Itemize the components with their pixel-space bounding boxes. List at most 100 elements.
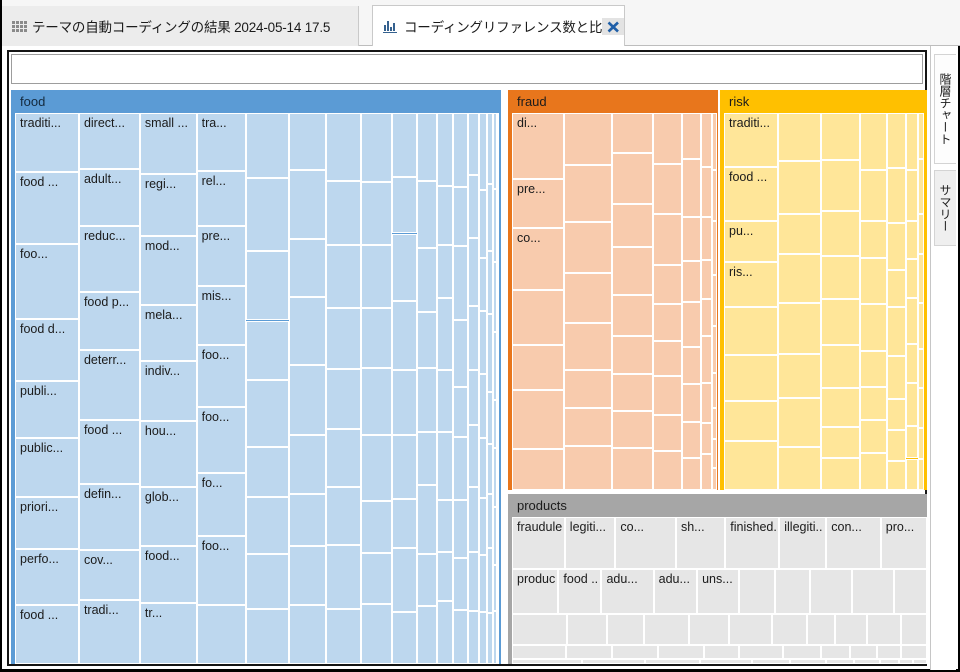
treemap-cell[interactable]: pre...: [196, 226, 246, 287]
treemap-cell[interactable]: [478, 373, 487, 438]
treemap-cell[interactable]: [821, 298, 860, 345]
treemap-cell[interactable]: [700, 422, 712, 454]
treemap-cell[interactable]: [772, 614, 808, 645]
treemap-cell[interactable]: [826, 659, 855, 664]
treemap-cell[interactable]: ris...: [724, 262, 778, 308]
treemap-cell[interactable]: [361, 367, 393, 436]
treemap-cell[interactable]: [711, 220, 717, 275]
treemap-cell[interactable]: [917, 158, 925, 215]
treemap-cell[interactable]: [611, 113, 654, 154]
treemap-cell[interactable]: [467, 487, 479, 553]
treemap-cell[interactable]: [453, 387, 468, 437]
treemap-cell[interactable]: [289, 494, 326, 547]
treemap-cell[interactable]: food d...: [15, 318, 79, 382]
treemap-cell[interactable]: [453, 609, 468, 664]
treemap-cell[interactable]: [711, 169, 717, 221]
treemap-cell[interactable]: [453, 557, 468, 610]
treemap-cell[interactable]: [289, 239, 326, 297]
treemap-cell[interactable]: [859, 113, 888, 170]
treemap-cell[interactable]: [512, 448, 565, 490]
treemap-cell[interactable]: pro...: [880, 517, 927, 570]
treemap-cell[interactable]: [724, 440, 778, 490]
treemap-cell[interactable]: [392, 113, 418, 177]
treemap-cell[interactable]: [821, 458, 860, 490]
treemap-cell[interactable]: [417, 606, 437, 664]
treemap-cell[interactable]: [512, 614, 568, 645]
treemap-cell[interactable]: [289, 604, 326, 664]
treemap-cell[interactable]: [611, 410, 654, 448]
treemap-cell[interactable]: [711, 467, 717, 490]
treemap-cell[interactable]: [478, 311, 487, 374]
treemap-cell[interactable]: [905, 298, 918, 345]
treemap-cell[interactable]: [564, 113, 612, 165]
treemap-cell[interactable]: [245, 379, 290, 447]
treemap-cell[interactable]: [682, 302, 701, 348]
treemap-cell[interactable]: foo...: [15, 244, 79, 319]
treemap-cell[interactable]: rel...: [196, 170, 246, 227]
treemap-cell[interactable]: [854, 659, 881, 664]
treemap-cell[interactable]: [497, 195, 500, 259]
treemap-cell[interactable]: [245, 496, 290, 555]
treemap-cell[interactable]: [436, 298, 454, 370]
treemap-cell[interactable]: [682, 422, 701, 458]
treemap-cell[interactable]: [325, 609, 362, 664]
treemap-cell[interactable]: [392, 434, 418, 499]
treemap-cell[interactable]: [564, 408, 612, 447]
treemap-cell[interactable]: deterr...: [78, 350, 140, 421]
treemap-cell[interactable]: [658, 645, 705, 660]
treemap-cell[interactable]: [512, 344, 565, 390]
treemap-cell[interactable]: [564, 369, 612, 409]
treemap-cell[interactable]: [453, 113, 468, 188]
treemap-cell[interactable]: [245, 113, 290, 178]
treemap-cell[interactable]: [913, 659, 927, 664]
treemap-cell[interactable]: [887, 113, 906, 169]
treemap-cell[interactable]: sh...: [675, 517, 726, 570]
treemap-cell[interactable]: food ...: [724, 166, 778, 221]
tab-autocoding-results[interactable]: テーマの自動コーディングの結果 2024-05-14 17.5: [2, 6, 359, 46]
treemap-cell[interactable]: [417, 485, 437, 554]
treemap-cell[interactable]: food...: [139, 545, 197, 603]
treemap-cell[interactable]: [453, 436, 468, 500]
treemap-cell[interactable]: [899, 659, 914, 664]
treemap-cell[interactable]: [512, 645, 566, 660]
treemap-cell[interactable]: [653, 415, 683, 452]
treemap-cell[interactable]: [700, 259, 712, 299]
treemap-cell[interactable]: [739, 645, 783, 660]
treemap-cell[interactable]: [777, 161, 821, 215]
treemap-cell[interactable]: [905, 259, 918, 299]
treemap-cell[interactable]: [611, 203, 654, 247]
treemap-cell[interactable]: regi...: [139, 174, 197, 237]
treemap-cell[interactable]: [821, 427, 860, 459]
treemap-cell[interactable]: [880, 659, 900, 664]
treemap-cell[interactable]: [289, 364, 326, 436]
treemap-cell[interactable]: [467, 174, 479, 238]
treemap-cell[interactable]: [392, 548, 418, 613]
treemap-cell[interactable]: adult...: [78, 169, 140, 227]
treemap-cell[interactable]: [682, 113, 701, 159]
treemap-cell[interactable]: [611, 335, 654, 375]
treemap-cell[interactable]: finished...: [725, 517, 780, 570]
treemap-cell[interactable]: [512, 659, 583, 664]
treemap-cell[interactable]: foo...: [196, 345, 246, 408]
treemap-cell[interactable]: [905, 425, 918, 459]
treemap-cell[interactable]: cov...: [78, 550, 140, 600]
treemap-cell[interactable]: [478, 437, 487, 498]
treemap-cell[interactable]: tr...: [139, 602, 197, 664]
treemap-cell[interactable]: [777, 398, 821, 447]
treemap-cell[interactable]: [611, 374, 654, 411]
close-icon[interactable]: [602, 18, 624, 35]
treemap-cell[interactable]: [361, 181, 393, 245]
treemap-cell[interactable]: [682, 158, 701, 218]
treemap-cell[interactable]: [859, 351, 888, 388]
treemap-cell[interactable]: di...: [512, 113, 565, 179]
treemap-cell[interactable]: [453, 499, 468, 558]
treemap-cell[interactable]: [682, 260, 701, 303]
treemap-cell[interactable]: legiti...: [564, 517, 616, 570]
treemap-cell[interactable]: [478, 497, 487, 556]
treemap-cell[interactable]: [724, 307, 778, 355]
treemap-cell[interactable]: [245, 554, 290, 610]
treemap-cell[interactable]: [777, 113, 821, 162]
treemap-cell[interactable]: [417, 113, 437, 182]
treemap-cell[interactable]: [859, 258, 888, 305]
side-tab-summary[interactable]: サマリー: [934, 170, 956, 246]
